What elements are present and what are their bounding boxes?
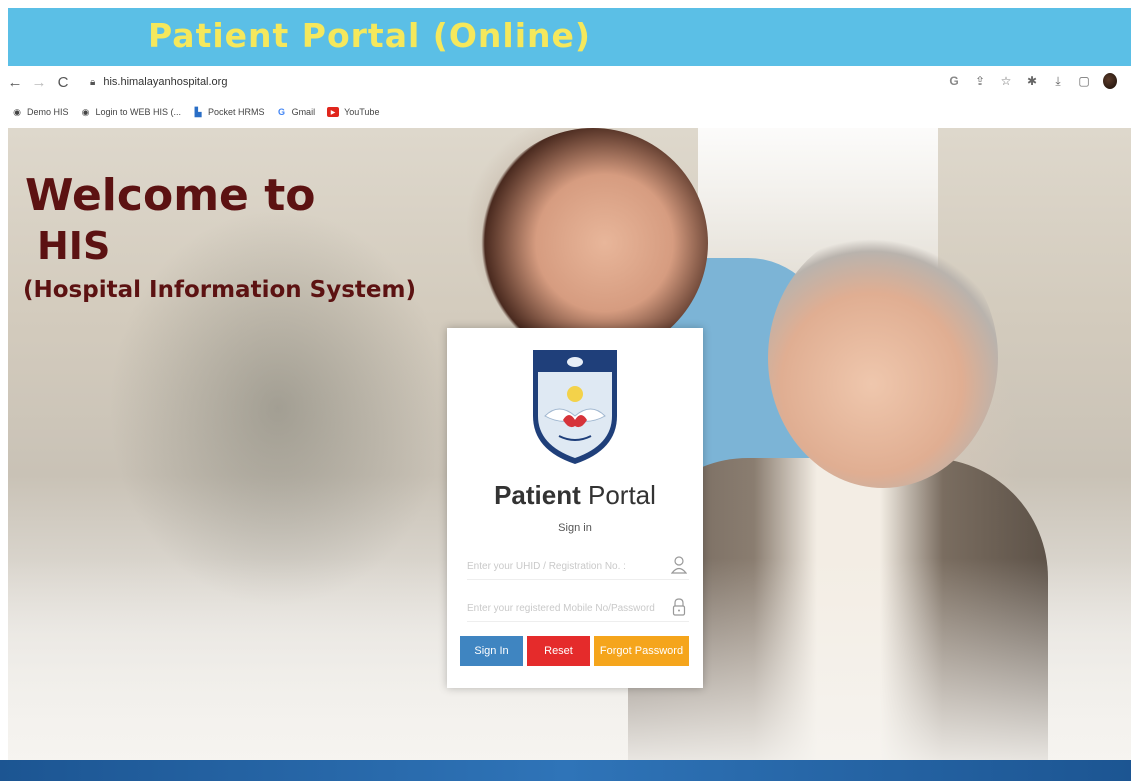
bookmarks-bar: ◉ Demo HIS ◉ Login to WEB HIS (... ▙ Poc… [0, 98, 1131, 126]
bookmark-gmail[interactable]: G Gmail [277, 107, 316, 117]
youtube-icon: ▶ [327, 107, 340, 117]
portal-title: Patient Portal [447, 480, 703, 511]
share-icon[interactable]: ⇪ [973, 74, 987, 88]
lock-icon: 🔒︎ [90, 76, 96, 88]
welcome-heading: Welcome to HIS (Hospital Information Sys… [23, 170, 416, 310]
reset-button[interactable]: Reset [527, 636, 590, 666]
pocket-hrms-icon: ▙ [194, 106, 202, 117]
uhid-input[interactable] [467, 554, 689, 580]
bookmark-demo-his[interactable]: ◉ Demo HIS [12, 106, 69, 118]
bookmark-youtube[interactable]: ▶ YouTube [327, 107, 379, 117]
globe-icon: ◉ [81, 106, 90, 117]
sidepanel-icon[interactable]: ▢ [1077, 74, 1091, 88]
google-icon: G [278, 107, 286, 117]
sign-in-button[interactable]: Sign In [460, 636, 523, 666]
bookmark-label: Pocket HRMS [208, 107, 265, 117]
forgot-password-button[interactable]: Forgot Password [594, 636, 689, 666]
bookmark-login-web-his[interactable]: ◉ Login to WEB HIS (... [81, 106, 182, 118]
password-input[interactable] [467, 596, 689, 622]
bookmark-label: YouTube [344, 107, 380, 117]
extensions-icon[interactable]: ✱ [1025, 74, 1039, 88]
welcome-line: Welcome to [25, 170, 316, 221]
address-bar[interactable]: 🔒︎ his.himalayanhospital.org [90, 76, 227, 88]
profile-avatar[interactable] [1103, 73, 1117, 89]
welcome-his: HIS [37, 224, 111, 268]
welcome-subtitle: (Hospital Information System) [23, 277, 416, 303]
portal-title-rest: Portal [580, 480, 656, 510]
lock-icon [671, 598, 687, 616]
nurse-head [478, 128, 708, 358]
user-icon [670, 556, 688, 574]
bookmark-star-icon[interactable]: ☆ [999, 74, 1013, 88]
reload-icon[interactable]: C [54, 73, 72, 91]
download-icon[interactable]: ⤓ [1051, 74, 1065, 89]
back-arrow-icon[interactable]: ← [6, 73, 24, 91]
bookmark-label: Demo HIS [27, 107, 69, 117]
globe-icon: ◉ [13, 106, 21, 117]
university-logo [533, 350, 617, 464]
banner-title: Patient Portal (Online) [148, 16, 591, 55]
bookmark-pocket-hrms[interactable]: ▙ Pocket HRMS [193, 106, 265, 118]
google-lens-icon[interactable]: G [947, 74, 961, 88]
portal-title-bold: Patient [494, 480, 581, 510]
login-card: Patient Portal Sign in Sign In Reset For… [447, 328, 703, 688]
signin-subtitle: Sign in [558, 522, 592, 534]
address-text: his.himalayanhospital.org [103, 76, 228, 88]
bottom-bar [0, 760, 1131, 781]
patient-head [768, 228, 998, 488]
bookmark-label: Login to WEB HIS (... [95, 107, 182, 117]
toolbar-actions: G ⇪ ☆ ✱ ⤓ ▢ [947, 73, 1117, 89]
forward-arrow-icon[interactable]: → [30, 73, 48, 91]
bookmark-label: Gmail [291, 107, 316, 117]
browser-toolbar: ← → C 🔒︎ his.himalayanhospital.org G ⇪ ☆… [0, 66, 1131, 98]
top-banner: Patient Portal (Online) [8, 8, 1131, 66]
